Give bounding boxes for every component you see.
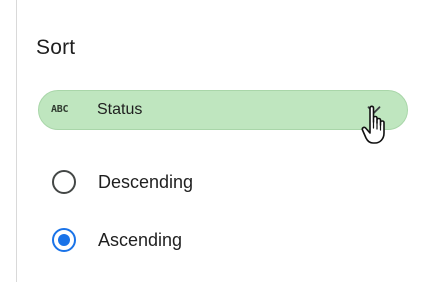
- panel-divider: [16, 0, 17, 282]
- sort-option-label: Ascending: [98, 229, 183, 250]
- sort-title: Sort: [36, 36, 76, 59]
- sort-panel: Sort ABC Status Descending Ascending: [0, 0, 433, 282]
- sort-field-label: Status: [97, 101, 143, 118]
- sort-option-ascending[interactable]: Ascending: [52, 228, 182, 252]
- abc-type-icon: ABC: [51, 104, 69, 115]
- sort-field-chip[interactable]: ABC Status: [38, 90, 408, 130]
- radio-descending[interactable]: [52, 170, 76, 194]
- sort-option-label: Descending: [98, 171, 194, 192]
- sort-option-descending[interactable]: Descending: [52, 170, 193, 194]
- hand-pointer-icon: [361, 105, 385, 144]
- radio-ascending[interactable]: [52, 228, 76, 252]
